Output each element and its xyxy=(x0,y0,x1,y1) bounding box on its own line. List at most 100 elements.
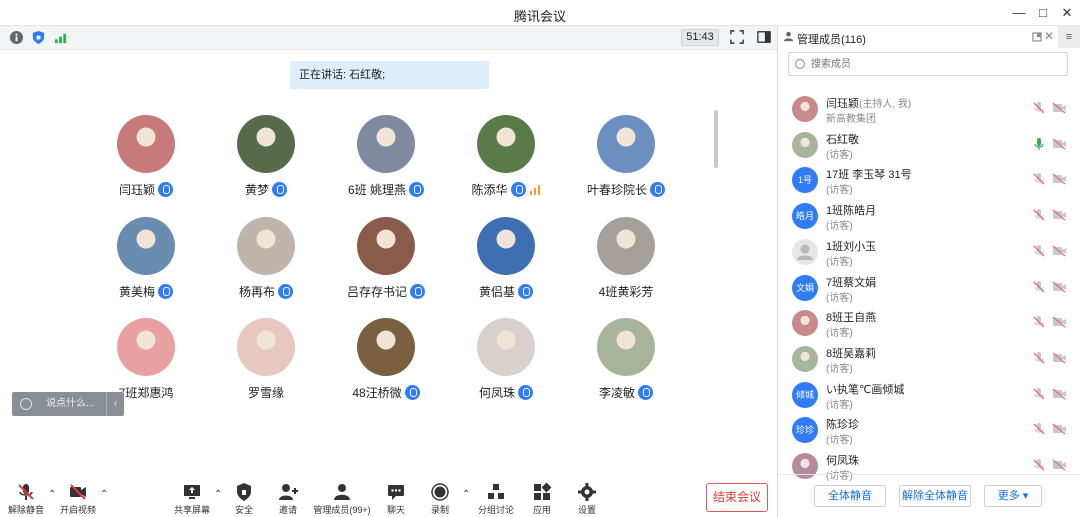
member-row[interactable]: 8班吴嘉莉 (访客) xyxy=(778,342,1080,378)
avatar xyxy=(477,217,535,275)
settings-button[interactable]: 设置 xyxy=(573,480,601,517)
gallery-scrollbar[interactable] xyxy=(714,110,718,168)
panel-close-icon[interactable]: ✕ xyxy=(1044,29,1054,43)
record-label: 录制 xyxy=(430,505,449,515)
mic-muted-icon[interactable] xyxy=(1032,172,1046,186)
camera-off-icon[interactable] xyxy=(1052,459,1067,471)
camera-off-icon[interactable] xyxy=(1052,352,1067,364)
camera-off-icon[interactable] xyxy=(1052,245,1067,257)
mic-muted-icon[interactable] xyxy=(1032,351,1046,365)
camera-off-icon[interactable] xyxy=(1052,102,1067,114)
popout-icon[interactable] xyxy=(1032,32,1042,42)
participant-tile[interactable]: 闫珏颖 xyxy=(86,115,206,207)
participant-tile[interactable]: 叶春珍院长 xyxy=(566,115,686,207)
member-search[interactable] xyxy=(788,52,1068,76)
participant-tile[interactable]: 李凌敏 xyxy=(566,318,686,410)
member-avatar-text: 珍珍 xyxy=(795,425,814,436)
camera-off-icon[interactable] xyxy=(1052,423,1067,435)
camera-off-icon[interactable] xyxy=(1052,281,1067,293)
info-icon[interactable] xyxy=(9,30,24,45)
participant-tile[interactable]: 罗雪缘 xyxy=(206,318,326,410)
member-avatar: 1号 xyxy=(792,167,818,194)
fullscreen-icon[interactable] xyxy=(730,30,744,44)
participant-tile[interactable]: 杨再布 xyxy=(206,217,326,309)
meeting-timer: 51:43 xyxy=(681,29,719,46)
camera-off-icon[interactable] xyxy=(1052,209,1067,221)
mic-muted-icon[interactable] xyxy=(1032,387,1046,401)
manage-members-button[interactable]: 管理成员(99+) xyxy=(310,480,374,517)
participant-tile[interactable]: 何凤珠 xyxy=(446,318,566,410)
avatar xyxy=(597,217,655,275)
record-options-chevron-icon[interactable]: ⌃ xyxy=(462,489,470,500)
camera-off-icon[interactable] xyxy=(1052,173,1067,185)
breakout-rooms-button[interactable]: 分组讨论 xyxy=(476,480,516,517)
unmute-button[interactable]: 解除静音 xyxy=(6,480,46,517)
participant-tile[interactable]: 6班 姚理燕 xyxy=(326,115,446,207)
participant-tile[interactable]: 48汪桥微 xyxy=(326,318,446,410)
member-row[interactable]: 1班刘小玉 (访客) xyxy=(778,235,1080,271)
emoji-icon[interactable] xyxy=(20,398,32,410)
camera-off-icon[interactable] xyxy=(1052,388,1067,400)
participant-tile[interactable]: 陈添华 xyxy=(446,115,566,207)
mic-muted-icon[interactable] xyxy=(1032,422,1046,436)
close-icon[interactable]: ✕ xyxy=(1056,2,1078,24)
participant-tile[interactable]: 黄梦 xyxy=(206,115,326,207)
member-row[interactable]: 珍珍 陈珍珍 (访客) xyxy=(778,413,1080,449)
member-row[interactable]: 8班王自燕 (访客) xyxy=(778,306,1080,342)
speaking-level-icon xyxy=(529,185,540,195)
apps-button[interactable]: 应用 xyxy=(528,480,556,517)
member-subtitle: (访客) xyxy=(826,185,853,197)
member-name-text: 1班陈皓月 xyxy=(826,205,877,218)
mic-muted-icon xyxy=(18,484,34,500)
member-avatar xyxy=(792,131,818,158)
breakout-icon xyxy=(488,484,504,499)
quick-chat-input[interactable]: 说点什么... ‹ xyxy=(12,392,124,416)
record-button[interactable]: 录制 xyxy=(426,480,454,517)
panel-menu-icon[interactable]: ≡ xyxy=(1058,26,1080,48)
participant-name: 闫珏颖 xyxy=(86,181,206,198)
share-screen-button[interactable]: 共享屏幕 xyxy=(172,480,212,517)
camera-off-icon[interactable] xyxy=(1052,138,1067,150)
invite-button[interactable]: 邀请 xyxy=(272,480,304,517)
camera-off-icon[interactable] xyxy=(1052,316,1067,328)
member-row[interactable]: 文娟 7班蔡文娟 (访客) xyxy=(778,271,1080,307)
share-options-chevron-icon[interactable]: ⌃ xyxy=(214,489,222,500)
minimize-icon[interactable]: — xyxy=(1008,2,1030,24)
member-subtitle: (访客) xyxy=(826,435,853,447)
collapse-chat-icon[interactable]: ‹ xyxy=(106,392,124,416)
layout-toggle-icon[interactable] xyxy=(757,30,771,44)
participant-name-text: 黄梦 xyxy=(244,183,269,197)
start-video-button[interactable]: 开启视频 xyxy=(58,480,98,517)
mic-muted-icon[interactable] xyxy=(1032,244,1046,258)
participant-tile[interactable]: 黄美梅 xyxy=(86,217,206,309)
mic-muted-icon[interactable] xyxy=(1032,315,1046,329)
network-signal-icon[interactable] xyxy=(53,30,68,45)
member-row[interactable]: 倾城 い执笔℃画倾城 (访客) xyxy=(778,378,1080,414)
shield-icon[interactable] xyxy=(31,30,46,45)
participant-tile[interactable]: 黄侣基 xyxy=(446,217,566,309)
mute-all-button[interactable]: 全体静音 xyxy=(814,485,886,507)
mic-muted-icon[interactable] xyxy=(1032,458,1046,472)
member-row[interactable]: 石红敬 (访客) xyxy=(778,128,1080,164)
participant-tile[interactable]: 吕存存书记 xyxy=(326,217,446,309)
member-search-input[interactable] xyxy=(811,56,1061,72)
mic-muted-icon[interactable] xyxy=(1032,280,1046,294)
unmute-all-button[interactable]: 解除全体静音 xyxy=(899,485,971,507)
member-row[interactable]: 闫珏颖(主持人, 我) 新高教集团 xyxy=(778,92,1080,128)
maximize-icon[interactable]: □ xyxy=(1032,2,1054,24)
mic-muted-icon[interactable] xyxy=(1032,101,1046,115)
mic-active-icon[interactable] xyxy=(1032,137,1046,151)
mic-muted-icon[interactable] xyxy=(1032,208,1046,222)
audio-options-chevron-icon[interactable]: ⌃ xyxy=(48,489,56,500)
member-name: 闫珏颖(主持人, 我) xyxy=(826,95,911,111)
member-row[interactable]: 皓月 1班陈皓月 (访客) xyxy=(778,199,1080,235)
apps-grid-icon xyxy=(534,482,552,500)
end-meeting-button[interactable]: 结束会议 xyxy=(706,483,768,512)
chat-button[interactable]: 聊天 xyxy=(382,480,410,517)
more-button[interactable]: 更多 ▾ xyxy=(984,485,1042,507)
security-button[interactable]: 安全 xyxy=(228,480,260,517)
video-options-chevron-icon[interactable]: ⌃ xyxy=(100,489,108,500)
participant-tile[interactable]: 4班黄彩芳 xyxy=(566,217,686,309)
member-name-text: 陈珍珍 xyxy=(826,419,859,432)
member-row[interactable]: 1号 17班 李玉琴 31号 (访客) xyxy=(778,163,1080,199)
